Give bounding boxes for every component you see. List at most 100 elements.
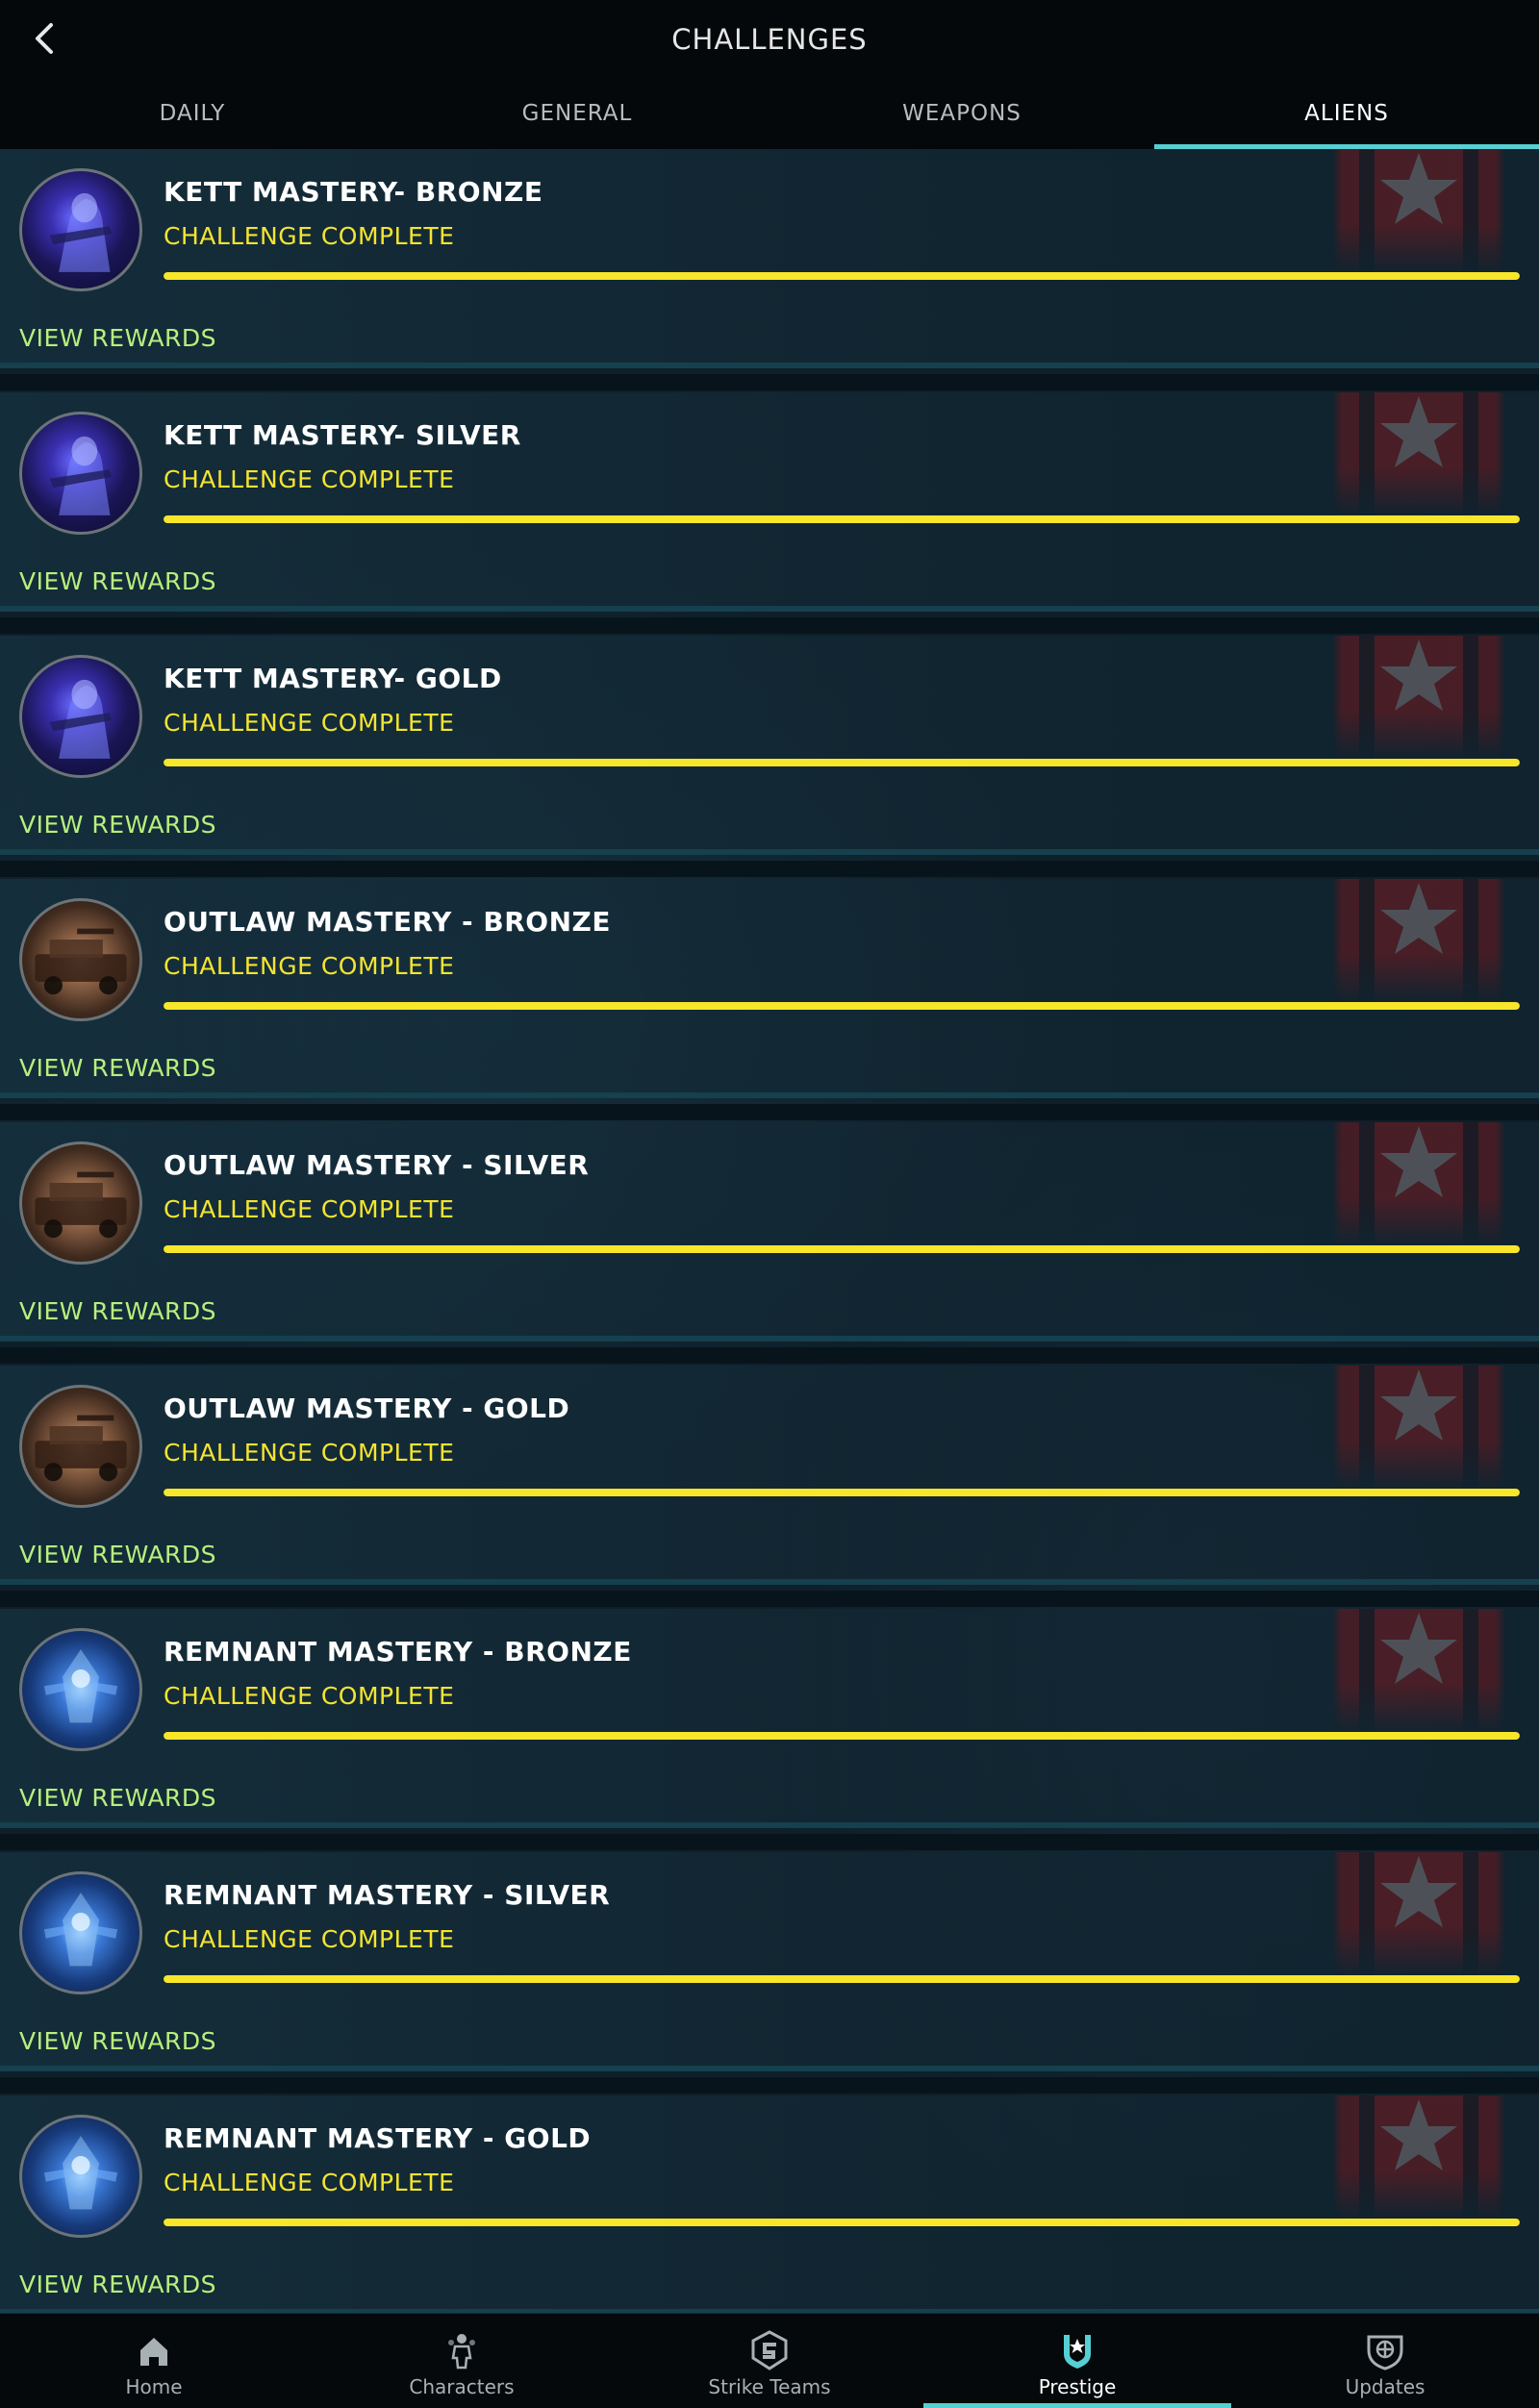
challenge-list[interactable]: KETT MASTERY- BRONZE CHALLENGE COMPLETE VI…	[0, 149, 1539, 2315]
kett-avatar-icon	[19, 168, 142, 291]
card-divider	[0, 861, 1539, 877]
challenge-progress	[164, 272, 1520, 280]
view-rewards-link[interactable]: VIEW REWARDS	[19, 324, 216, 352]
progress-fill	[164, 759, 1520, 766]
remnant-avatar-icon	[19, 2115, 142, 2238]
bottom-nav: Home Characters Strike Teams Prestige Up…	[0, 2313, 1539, 2408]
progress-fill	[164, 1002, 1520, 1010]
ribbon-star-icon	[1332, 879, 1505, 1004]
challenge-card[interactable]: REMNANT MASTERY - GOLD CHALLENGE COMPLETE…	[0, 2095, 1539, 2315]
view-rewards-link[interactable]: VIEW REWARDS	[19, 1784, 216, 1812]
challenge-card[interactable]: OUTLAW MASTERY - GOLD CHALLENGE COMPLETE V…	[0, 1366, 1539, 1585]
page-title: CHALLENGES	[671, 23, 868, 56]
nav-characters[interactable]: Characters	[308, 2314, 616, 2408]
challenge-status: CHALLENGE COMPLETE	[164, 1682, 455, 1710]
nav-updates-label: Updates	[1345, 2375, 1425, 2398]
progress-fill	[164, 272, 1520, 280]
challenge-progress	[164, 1002, 1520, 1010]
challenge-status: CHALLENGE COMPLETE	[164, 952, 455, 980]
progress-fill	[164, 515, 1520, 523]
challenge-title: KETT MASTERY- GOLD	[164, 663, 502, 694]
challenge-progress	[164, 2219, 1520, 2226]
remnant-avatar-icon	[19, 1628, 142, 1751]
remnant-avatar-icon	[19, 1871, 142, 1994]
progress-fill	[164, 1732, 1520, 1740]
challenge-status: CHALLENGE COMPLETE	[164, 222, 455, 250]
nav-home-label: Home	[125, 2375, 183, 2398]
card-divider	[0, 1834, 1539, 1850]
challenge-title: KETT MASTERY- SILVER	[164, 419, 521, 451]
progress-fill	[164, 1489, 1520, 1496]
view-rewards-link[interactable]: VIEW REWARDS	[19, 1297, 216, 1325]
ribbon-star-icon	[1332, 636, 1505, 761]
outlaw-avatar-icon	[19, 1141, 142, 1265]
kett-avatar-icon	[19, 655, 142, 778]
challenge-title: REMNANT MASTERY - SILVER	[164, 1879, 611, 1911]
ribbon-star-icon	[1332, 392, 1505, 517]
ribbon-star-icon	[1332, 1122, 1505, 1247]
nav-prestige-label: Prestige	[1038, 2375, 1117, 2398]
challenge-title: REMNANT MASTERY - GOLD	[164, 2122, 592, 2154]
challenge-progress	[164, 759, 1520, 766]
view-rewards-link[interactable]: VIEW REWARDS	[19, 2027, 216, 2055]
tab-daily[interactable]: DAILY	[0, 91, 385, 149]
nav-strike-teams-label: Strike Teams	[708, 2375, 831, 2398]
challenge-card[interactable]: REMNANT MASTERY - BRONZE CHALLENGE COMPLE…	[0, 1609, 1539, 1828]
card-divider	[0, 1347, 1539, 1364]
ribbon-star-icon	[1332, 2095, 1505, 2220]
tab-bar: DAILY GENERAL WEAPONS ALIENS	[0, 91, 1539, 149]
challenge-title: OUTLAW MASTERY - GOLD	[164, 1392, 570, 1424]
tab-aliens[interactable]: ALIENS	[1154, 91, 1539, 149]
view-rewards-link[interactable]: VIEW REWARDS	[19, 567, 216, 595]
challenge-status: CHALLENGE COMPLETE	[164, 465, 455, 493]
updates-icon	[1367, 2335, 1403, 2370]
challenge-status: CHALLENGE COMPLETE	[164, 1925, 455, 1953]
characters-icon	[448, 2334, 475, 2370]
nav-updates[interactable]: Updates	[1231, 2314, 1539, 2408]
challenge-title: REMNANT MASTERY - BRONZE	[164, 1636, 632, 1668]
outlaw-avatar-icon	[19, 1385, 142, 1508]
kett-avatar-icon	[19, 412, 142, 535]
nav-home[interactable]: Home	[0, 2314, 308, 2408]
card-divider	[0, 1104, 1539, 1120]
ribbon-star-icon	[1332, 1609, 1505, 1734]
challenge-progress	[164, 1245, 1520, 1253]
outlaw-avatar-icon	[19, 898, 142, 1021]
card-divider	[0, 2077, 1539, 2094]
progress-fill	[164, 2219, 1520, 2226]
challenge-card[interactable]: OUTLAW MASTERY - SILVER CHALLENGE COMPLET…	[0, 1122, 1539, 1342]
challenge-status: CHALLENGE COMPLETE	[164, 2169, 455, 2196]
challenge-progress	[164, 515, 1520, 523]
nav-prestige[interactable]: Prestige	[923, 2314, 1231, 2408]
challenge-status: CHALLENGE COMPLETE	[164, 709, 455, 737]
challenge-progress	[164, 1489, 1520, 1496]
challenge-progress	[164, 1732, 1520, 1740]
challenge-status: CHALLENGE COMPLETE	[164, 1439, 455, 1467]
view-rewards-link[interactable]: VIEW REWARDS	[19, 811, 216, 839]
challenge-title: OUTLAW MASTERY - SILVER	[164, 1149, 590, 1181]
view-rewards-link[interactable]: VIEW REWARDS	[19, 2270, 216, 2298]
view-rewards-link[interactable]: VIEW REWARDS	[19, 1541, 216, 1568]
nav-strike-teams[interactable]: Strike Teams	[616, 2314, 923, 2408]
strike-teams-icon	[751, 2330, 788, 2370]
home-icon	[140, 2338, 167, 2366]
ribbon-star-icon	[1332, 1366, 1505, 1491]
challenge-card[interactable]: KETT MASTERY- SILVER CHALLENGE COMPLETE VI…	[0, 392, 1539, 612]
ribbon-star-icon	[1332, 1852, 1505, 1977]
tab-general[interactable]: GENERAL	[385, 91, 770, 149]
progress-fill	[164, 1245, 1520, 1253]
challenge-progress	[164, 1975, 1520, 1983]
ribbon-star-icon	[1332, 149, 1505, 274]
prestige-icon	[1064, 2335, 1091, 2369]
challenge-card[interactable]: OUTLAW MASTERY - BRONZE CHALLENGE COMPLET…	[0, 879, 1539, 1098]
card-divider	[0, 1591, 1539, 1607]
tab-weapons[interactable]: WEAPONS	[770, 91, 1154, 149]
challenge-card[interactable]: REMNANT MASTERY - SILVER CHALLENGE COMPLE…	[0, 1852, 1539, 2071]
challenge-card[interactable]: KETT MASTERY- BRONZE CHALLENGE COMPLETE VI…	[0, 149, 1539, 368]
nav-characters-label: Characters	[409, 2375, 515, 2398]
view-rewards-link[interactable]: VIEW REWARDS	[19, 1054, 216, 1082]
card-divider	[0, 374, 1539, 390]
card-divider	[0, 617, 1539, 634]
challenge-card[interactable]: KETT MASTERY- GOLD CHALLENGE COMPLETE VIEW…	[0, 636, 1539, 855]
challenge-title: KETT MASTERY- BRONZE	[164, 176, 543, 208]
